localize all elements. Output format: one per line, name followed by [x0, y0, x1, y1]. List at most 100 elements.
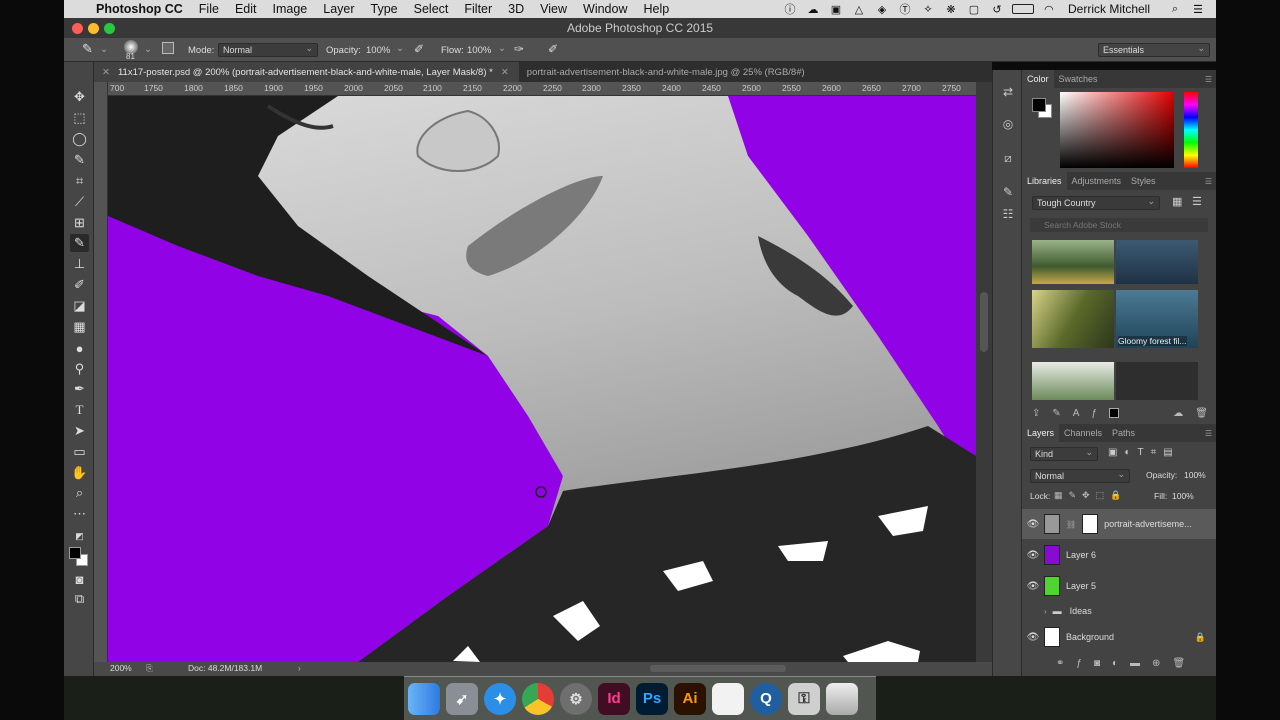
- gear-icon[interactable]: ⚙: [560, 682, 592, 715]
- color-field[interactable]: [1060, 92, 1174, 168]
- menu-3d[interactable]: 3D: [500, 2, 532, 16]
- illustrator-icon[interactable]: Ai: [674, 682, 706, 715]
- menu-view[interactable]: View: [532, 2, 575, 16]
- sync-icon[interactable]: ☁: [1173, 408, 1183, 420]
- indesign-icon[interactable]: Id: [598, 682, 630, 715]
- tab-libraries[interactable]: Libraries: [1022, 172, 1067, 190]
- tab-paths[interactable]: Paths: [1107, 424, 1140, 442]
- menu-image[interactable]: Image: [265, 2, 316, 16]
- type-tool-icon[interactable]: T: [70, 401, 89, 419]
- minimize-window-button[interactable]: [88, 23, 99, 34]
- menu-help[interactable]: Help: [636, 2, 678, 16]
- link-icon[interactable]: ⛓: [1066, 520, 1076, 529]
- blend-mode-dropdown[interactable]: Normal: [1030, 468, 1130, 483]
- crop-tool-icon[interactable]: ⌗: [70, 172, 89, 190]
- wifi-icon[interactable]: ◠: [1041, 3, 1057, 16]
- layer-filter-icons[interactable]: ▣◐T⌗▤: [1108, 447, 1180, 458]
- properties-panel-icon[interactable]: ◎: [1000, 116, 1016, 132]
- blur-tool-icon[interactable]: ●: [70, 339, 89, 357]
- eraser-tool-icon[interactable]: ◪: [70, 297, 89, 315]
- library-item[interactable]: [1032, 362, 1114, 400]
- marquee-tool-icon[interactable]: ⬚: [70, 109, 89, 127]
- drive-icon[interactable]: △: [851, 3, 867, 16]
- document-icon[interactable]: [712, 682, 744, 715]
- chevron-right-icon[interactable]: ›: [298, 663, 301, 673]
- pressure-opacity-icon[interactable]: ✐: [414, 42, 424, 56]
- menu-edit[interactable]: Edit: [227, 2, 265, 16]
- new-group-icon[interactable]: ▬: [1130, 658, 1140, 670]
- eyedropper-tool-icon[interactable]: ⟋: [70, 193, 89, 211]
- shape-tool-icon[interactable]: ▭: [70, 443, 89, 461]
- layer-row[interactable]: 👁 ⛓ portrait-advertiseme...: [1022, 509, 1216, 539]
- quick-select-tool-icon[interactable]: ✎: [70, 151, 89, 169]
- menu-app-name[interactable]: Photoshop CC: [92, 2, 191, 16]
- zoom-level[interactable]: 200%: [110, 663, 132, 673]
- stock-search-input[interactable]: Search Adobe Stock: [1030, 218, 1208, 232]
- dodge-tool-icon[interactable]: ⚲: [70, 360, 89, 378]
- finder-icon[interactable]: [408, 682, 440, 715]
- vertical-ruler[interactable]: [94, 82, 108, 662]
- tab-portrait-jpg[interactable]: portrait-advertisement-black-and-white-m…: [519, 62, 815, 82]
- library-item[interactable]: [1032, 240, 1114, 284]
- trash-icon[interactable]: [826, 682, 858, 715]
- default-colors-icon[interactable]: ◩: [70, 527, 89, 545]
- camera-icon[interactable]: ▢: [966, 3, 982, 16]
- layer-row[interactable]: 👁 Background 🔒: [1022, 622, 1216, 652]
- color-add-icon[interactable]: [1109, 408, 1120, 418]
- info-icon[interactable]: ⓘ: [782, 3, 798, 16]
- library-item[interactable]: [1116, 362, 1198, 400]
- scroll-thumb[interactable]: [980, 292, 988, 352]
- battery-icon[interactable]: [1011, 4, 1034, 14]
- vertical-scrollbar[interactable]: [976, 82, 992, 662]
- tab-channels[interactable]: Channels: [1059, 424, 1107, 442]
- healing-brush-tool-icon[interactable]: ⊞: [70, 214, 89, 232]
- gradient-tool-icon[interactable]: ▦: [70, 318, 89, 336]
- zoom-window-button[interactable]: [104, 23, 115, 34]
- new-layer-icon[interactable]: ⊕: [1152, 658, 1160, 670]
- panel-menu-icon[interactable]: ☰: [1205, 177, 1216, 186]
- lasso-tool-icon[interactable]: ◯: [70, 130, 89, 148]
- brush-tool-preset-icon[interactable]: ✎: [82, 41, 93, 57]
- more-tools-icon[interactable]: ⋯: [70, 505, 89, 523]
- grid-view-icon[interactable]: ▦: [1172, 195, 1182, 208]
- close-tab-icon[interactable]: ✕: [501, 67, 509, 78]
- chevron-down-icon[interactable]: ⌄: [144, 44, 152, 55]
- library-item[interactable]: Gloomy forest fil...: [1116, 290, 1198, 348]
- pen-tool-icon[interactable]: ✒: [70, 380, 89, 398]
- brush-tool-icon[interactable]: ✎: [70, 234, 89, 252]
- horizontal-scroll-thumb[interactable]: [650, 665, 786, 672]
- fill-value[interactable]: 100%: [1172, 491, 1194, 501]
- menu-layer[interactable]: Layer: [315, 2, 362, 16]
- creative-cloud-icon[interactable]: ☁: [805, 3, 821, 16]
- text-add-icon[interactable]: A: [1073, 408, 1080, 420]
- chat-icon[interactable]: ▣: [828, 3, 844, 16]
- add-mask-icon[interactable]: ◙: [1094, 658, 1100, 670]
- dropbox-icon[interactable]: ◈: [874, 3, 890, 16]
- adjustment-layer-icon[interactable]: ◐: [1112, 658, 1118, 670]
- zoom-tool-icon[interactable]: ⌕: [70, 484, 89, 502]
- trash-icon[interactable]: 🗑: [1195, 408, 1208, 420]
- panel-menu-icon[interactable]: ☰: [1205, 429, 1216, 438]
- rocket-icon[interactable]: ➹: [446, 682, 478, 715]
- close-tab-icon[interactable]: ✕: [102, 67, 110, 78]
- layer-group-row[interactable]: › ▬ Ideas: [1022, 600, 1216, 622]
- menu-select[interactable]: Select: [406, 2, 457, 16]
- list-view-icon[interactable]: ☰: [1192, 195, 1202, 208]
- opacity-value[interactable]: 100%: [366, 45, 390, 56]
- menu-filter[interactable]: Filter: [456, 2, 500, 16]
- workspace-dropdown[interactable]: Essentials: [1098, 42, 1210, 57]
- tab-swatches[interactable]: Swatches: [1054, 70, 1103, 88]
- timemachine-icon[interactable]: ↺: [989, 3, 1005, 16]
- brush-add-icon[interactable]: ✎: [1052, 408, 1060, 420]
- chevron-down-icon[interactable]: ⌄: [100, 44, 108, 55]
- layer-opacity-value[interactable]: 100%: [1184, 470, 1206, 480]
- tab-styles[interactable]: Styles: [1126, 172, 1161, 190]
- fx-icon[interactable]: ƒ: [1076, 658, 1082, 670]
- menu-type[interactable]: Type: [363, 2, 406, 16]
- chevron-down-icon[interactable]: ⌄: [396, 43, 404, 54]
- link-icon[interactable]: ⟡: [920, 3, 936, 16]
- eye-icon[interactable]: 👁: [1022, 581, 1044, 592]
- chevron-right-icon[interactable]: ›: [1044, 607, 1047, 616]
- hand-tool-icon[interactable]: ✋: [70, 464, 89, 482]
- tab-layers[interactable]: Layers: [1022, 424, 1060, 442]
